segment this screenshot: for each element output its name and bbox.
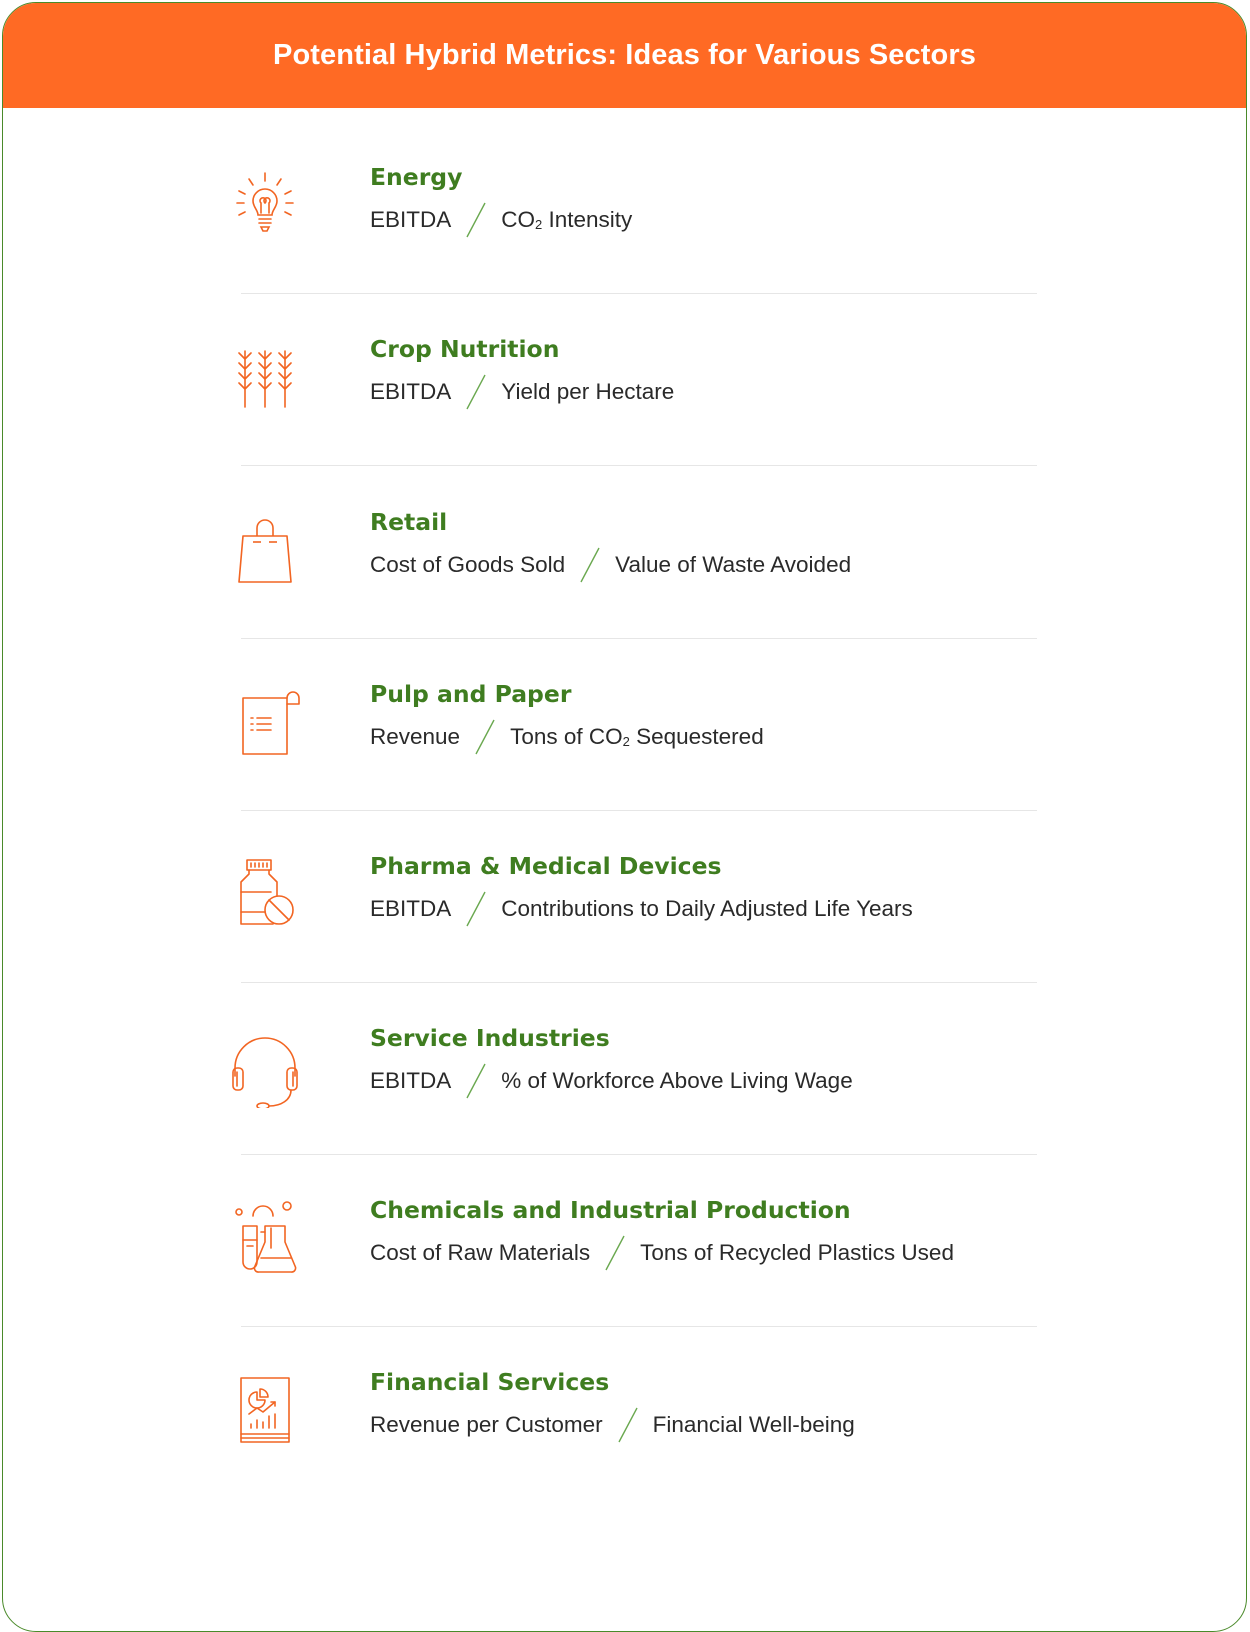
page-title: Potential Hybrid Metrics: Ideas for Vari…	[273, 39, 976, 71]
sector-item-energy: Energy EBITDA CO2 Intensity	[3, 163, 1246, 335]
sector-item-pharma: Pharma & Medical Devices EBITDA Contribu…	[3, 852, 1246, 1024]
metric-denominator: Tons of Recycled Plastics Used	[640, 1240, 954, 1265]
sector-item-service-industries: Service Industries EBITDA % of Workforce…	[3, 1024, 1246, 1196]
hybrid-metric: EBITDA Contributions to Daily Adjusted L…	[370, 890, 913, 928]
hybrid-metric: EBITDA % of Workforce Above Living Wage	[370, 1062, 853, 1100]
sector-title: Retail	[370, 508, 448, 536]
sector-title: Service Industries	[370, 1024, 610, 1052]
paper-scroll-icon	[225, 682, 305, 762]
section-divider	[241, 810, 1037, 811]
metric-numerator: Cost of Raw Materials	[370, 1240, 591, 1265]
metric-denominator: Tons of CO2 Sequestered	[510, 724, 764, 750]
metric-denominator-prefix: Tons of CO	[510, 724, 623, 749]
metric-numerator: Revenue	[370, 724, 461, 749]
sector-item-crop-nutrition: Crop Nutrition EBITDA Yield per Hectare	[3, 335, 1246, 507]
metric-denominator-prefix: CO	[501, 207, 536, 232]
hybrid-metric: Cost of Goods Sold Value of Waste Avoide…	[370, 546, 851, 584]
lab-flask-icon	[225, 1198, 305, 1278]
divider-slash	[455, 201, 497, 239]
hybrid-metric: EBITDA CO2 Intensity	[370, 201, 632, 239]
metrics-card: Potential Hybrid Metrics: Ideas for Vari…	[2, 2, 1247, 1632]
section-divider	[241, 1154, 1037, 1155]
sector-title: Energy	[370, 163, 463, 191]
sector-title: Pharma & Medical Devices	[370, 852, 722, 880]
hybrid-metric: Revenue per Customer Financial Well-bein…	[370, 1406, 855, 1444]
financial-report-icon	[225, 1372, 305, 1452]
section-divider	[241, 1326, 1037, 1327]
sector-title: Crop Nutrition	[370, 335, 560, 363]
sector-item-pulp-and-paper: Pulp and Paper Revenue Tons of CO2 Seque…	[3, 680, 1246, 852]
sector-item-financial-services: Financial Services Revenue per Customer …	[3, 1368, 1246, 1540]
metric-denominator-suffix: Intensity	[542, 207, 633, 232]
metric-numerator: EBITDA	[370, 896, 452, 921]
divider-slash	[455, 890, 497, 928]
sector-title: Financial Services	[370, 1368, 610, 1396]
lightbulb-icon	[225, 165, 305, 245]
metric-denominator: Yield per Hectare	[501, 379, 675, 404]
hybrid-metric: Revenue Tons of CO2 Sequestered	[370, 718, 764, 756]
divider-slash	[569, 546, 611, 584]
sector-item-retail: Retail Cost of Goods Sold Value of Waste…	[3, 508, 1246, 680]
metric-denominator: Value of Waste Avoided	[615, 552, 852, 577]
section-divider	[241, 638, 1037, 639]
metric-numerator: Revenue per Customer	[370, 1412, 603, 1437]
sector-item-chemicals: Chemicals and Industrial Production Cost…	[3, 1196, 1246, 1368]
divider-slash	[594, 1234, 636, 1272]
divider-slash	[464, 718, 506, 756]
sector-title: Chemicals and Industrial Production	[370, 1196, 851, 1224]
hybrid-metric: EBITDA Yield per Hectare	[370, 373, 674, 411]
metric-numerator: EBITDA	[370, 1068, 452, 1093]
section-divider	[241, 982, 1037, 983]
metric-denominator: Financial Well-being	[652, 1412, 855, 1437]
divider-slash	[455, 373, 497, 411]
medicine-bottle-icon	[225, 854, 305, 934]
section-divider	[241, 465, 1037, 466]
metric-denominator-suffix: Sequestered	[629, 724, 764, 749]
shopping-bag-icon	[225, 510, 305, 590]
metric-numerator: EBITDA	[370, 207, 452, 232]
sector-title: Pulp and Paper	[370, 680, 572, 708]
wheat-icon	[225, 337, 305, 417]
header-banner: Potential Hybrid Metrics: Ideas for Vari…	[3, 3, 1246, 108]
divider-slash	[607, 1406, 649, 1444]
headset-icon	[225, 1028, 305, 1108]
metric-denominator: % of Workforce Above Living Wage	[501, 1068, 853, 1093]
divider-slash	[455, 1062, 497, 1100]
subscript: 2	[622, 734, 630, 749]
metric-denominator: CO2 Intensity	[501, 207, 632, 233]
section-divider	[241, 293, 1037, 294]
metric-denominator: Contributions to Daily Adjusted Life Yea…	[501, 896, 913, 921]
hybrid-metric: Cost of Raw Materials Tons of Recycled P…	[370, 1234, 954, 1272]
metric-numerator: Cost of Goods Sold	[370, 552, 566, 577]
metric-numerator: EBITDA	[370, 379, 452, 404]
